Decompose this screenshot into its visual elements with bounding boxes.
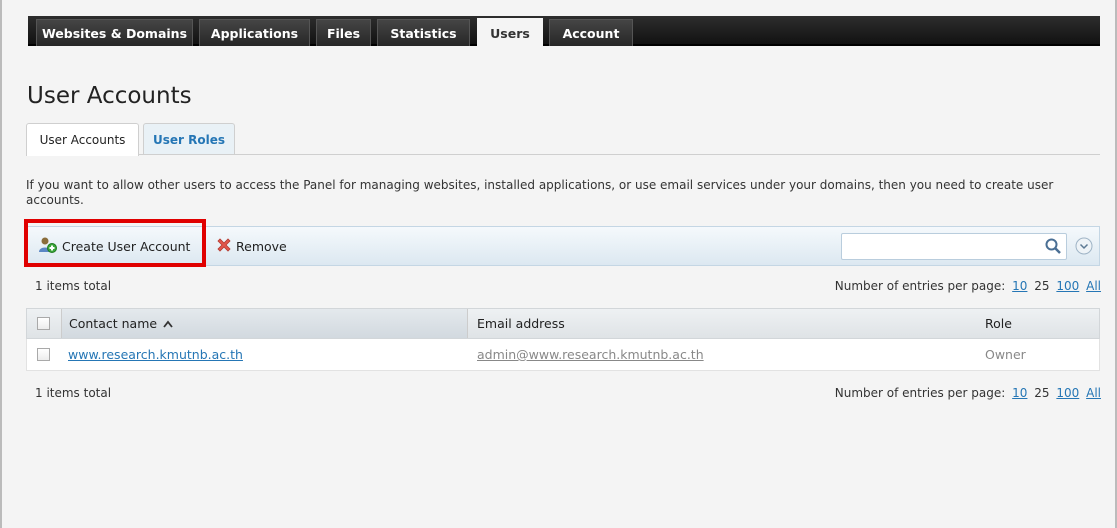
subtab-user-roles[interactable]: User Roles [143,123,235,155]
entries-per-page-label: Number of entries per page: [834,386,1006,400]
perpage-all-link[interactable]: All [1086,386,1101,400]
nav-tab-files[interactable]: Files [316,19,371,46]
perpage-25-current: 25 [1034,279,1050,293]
nav-tab-websites-domains[interactable]: Websites & Domains [36,19,193,46]
page-description: If you want to allow other users to acce… [26,178,1054,207]
sort-ascending-icon [163,316,173,331]
remove-icon [216,237,236,256]
search-icon[interactable] [1044,237,1062,259]
perpage-100-link[interactable]: 100 [1056,386,1079,400]
row-checkbox[interactable] [37,348,50,361]
perpage-10-link[interactable]: 10 [1012,279,1027,293]
expand-search-icon[interactable] [1075,237,1093,259]
role-value: Owner [985,347,1026,362]
items-total-top: 1 items total [35,279,112,293]
search-box [841,233,1067,260]
entries-per-page-bottom: Number of entries per page: 10 25 100 Al… [835,386,1101,400]
items-total-bottom: 1 items total [35,386,112,400]
column-header-contact-name[interactable]: Contact name [61,309,468,338]
nav-tab-users[interactable]: Users [477,18,543,48]
nav-tab-statistics[interactable]: Statistics [377,19,470,46]
email-address-link[interactable]: admin@www.research.kmutnb.ac.th [477,339,704,370]
top-nav: Websites & Domains Applications Files St… [28,16,1100,48]
column-header-role[interactable]: Role [985,309,1012,338]
subtab-divider [26,154,1100,155]
remove-label: Remove [236,238,287,254]
select-all-checkbox[interactable] [37,317,50,330]
contact-name-link[interactable]: www.research.kmutnb.ac.th [68,339,243,370]
highlight-box [24,219,206,267]
search-input[interactable] [846,234,1036,258]
entries-per-page-label: Number of entries per page: [834,279,1006,293]
perpage-10-link[interactable]: 10 [1012,386,1027,400]
column-header-email-address[interactable]: Email address [477,309,565,338]
nav-tab-applications[interactable]: Applications [199,19,310,46]
subtab-user-accounts[interactable]: User Accounts [26,123,139,156]
nav-tab-account[interactable]: Account [549,19,633,46]
table-row: www.research.kmutnb.ac.th admin@www.rese… [26,339,1100,371]
perpage-25-current: 25 [1034,386,1050,400]
table-header: Contact name Email address Role [26,308,1100,339]
column-contact-label: Contact name [69,316,158,331]
perpage-all-link[interactable]: All [1086,279,1101,293]
entries-per-page-top: Number of entries per page: 10 25 100 Al… [835,279,1101,293]
page-title: User Accounts [27,83,192,109]
user-accounts-table: Contact name Email address Role www.rese… [26,308,1100,371]
perpage-100-link[interactable]: 100 [1056,279,1079,293]
remove-button[interactable]: Remove [216,227,287,265]
